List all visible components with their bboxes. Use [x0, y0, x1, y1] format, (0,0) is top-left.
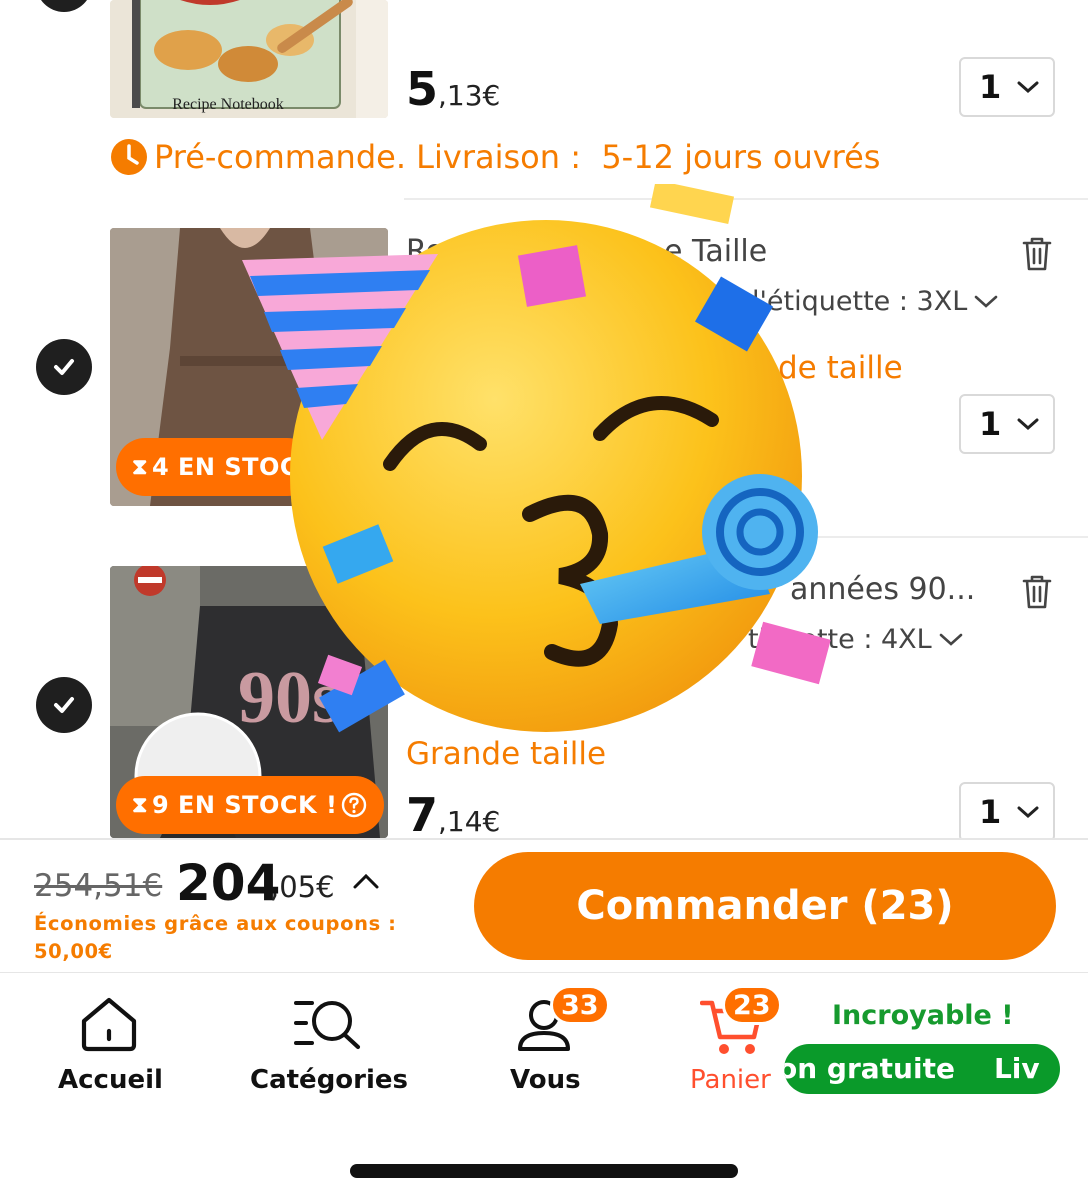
home-indicator[interactable]: [350, 1164, 738, 1178]
item-1-select-check[interactable]: [36, 0, 92, 12]
cart-count-badge: 23: [722, 985, 782, 1025]
original-total: 254,51€: [34, 868, 163, 904]
item-1-preorder-notice: Pré-commande. Livraison : 5-12 jours ouv…: [110, 138, 880, 176]
item-3-quantity-select[interactable]: 1: [959, 782, 1055, 842]
tab-home[interactable]: Accueil: [0, 973, 218, 1113]
tab-home-label: Accueil: [58, 1065, 163, 1095]
coupon-savings: Économies grâce aux coupons : 50,00€: [34, 912, 397, 963]
check-icon: [54, 697, 74, 713]
item-3-price-int: 7: [406, 788, 439, 842]
item-3-select-check[interactable]: [36, 677, 92, 733]
categories-search-icon: [294, 1001, 361, 1050]
recipe-notebook-caption: Recipe Notebook: [172, 96, 284, 113]
item-2-quantity-value: 1: [979, 405, 1002, 443]
promo-ticker[interactable]: on gratuite Liv: [784, 1044, 1060, 1094]
chevron-down-icon: [974, 295, 998, 308]
hourglass-icon: ⧗: [132, 792, 148, 818]
tab-cart[interactable]: 23 Panier: [654, 973, 814, 1113]
chevron-down-icon: [1017, 418, 1039, 431]
chevron-down-icon: [939, 633, 963, 646]
item-1-quantity-select[interactable]: 1: [959, 57, 1055, 117]
tab-you-label: Vous: [510, 1065, 581, 1095]
party-face-emoji-sticker: [242, 184, 831, 733]
item-1-price-int: 5: [406, 62, 439, 116]
total-price-int[interactable]: 204: [176, 854, 280, 912]
item-1-price-dec: ,13€: [438, 79, 501, 112]
home-icon: [81, 997, 137, 1052]
clock-icon: [111, 139, 147, 175]
promo-ticker-text: on gratuite Liv: [784, 1052, 1040, 1085]
trash-icon[interactable]: [1020, 234, 1054, 272]
total-price-dec[interactable]: ,05€: [270, 870, 335, 904]
item-1-quantity-value: 1: [979, 68, 1002, 106]
chevron-down-icon: [1017, 81, 1039, 94]
tab-cart-label: Panier: [690, 1065, 771, 1095]
checkout-button[interactable]: Commander (23): [474, 852, 1056, 960]
item-2-quantity-select[interactable]: 1: [959, 394, 1055, 454]
item-3-price-dec: ,14€: [438, 805, 501, 838]
item-1-price: 5,13€: [406, 62, 500, 116]
item-3-stock-badge: ⧗ 9 EN STOCK !: [116, 776, 384, 834]
chevron-up-icon[interactable]: [352, 872, 380, 890]
you-notification-badge: 33: [550, 985, 610, 1025]
promo-headline[interactable]: Incroyable !: [832, 1000, 1014, 1031]
tab-categories[interactable]: Catégories: [218, 973, 436, 1113]
tab-you[interactable]: 33 Vous: [436, 973, 654, 1113]
tab-categories-label: Catégories: [250, 1065, 409, 1095]
checkout-bar: 254,51€ 204 ,05€ Économies grâce aux cou…: [0, 838, 1088, 972]
item-3-quantity-value: 1: [979, 793, 1002, 831]
help-circle-icon[interactable]: [341, 792, 367, 818]
item-1-preorder-text: Pré-commande. Livraison : 5-12 jours ouv…: [154, 138, 881, 176]
item-3-stock-label: 9 EN STOCK !: [151, 791, 338, 819]
hourglass-icon: ⧗: [132, 454, 148, 480]
item-1-image[interactable]: Recipe Notebook: [110, 0, 388, 118]
item-3-price: 7,14€: [406, 788, 500, 842]
item-2-select-check[interactable]: [36, 339, 92, 395]
trash-icon[interactable]: [1020, 572, 1054, 610]
check-icon: [54, 359, 74, 375]
chevron-down-icon: [1017, 806, 1039, 819]
